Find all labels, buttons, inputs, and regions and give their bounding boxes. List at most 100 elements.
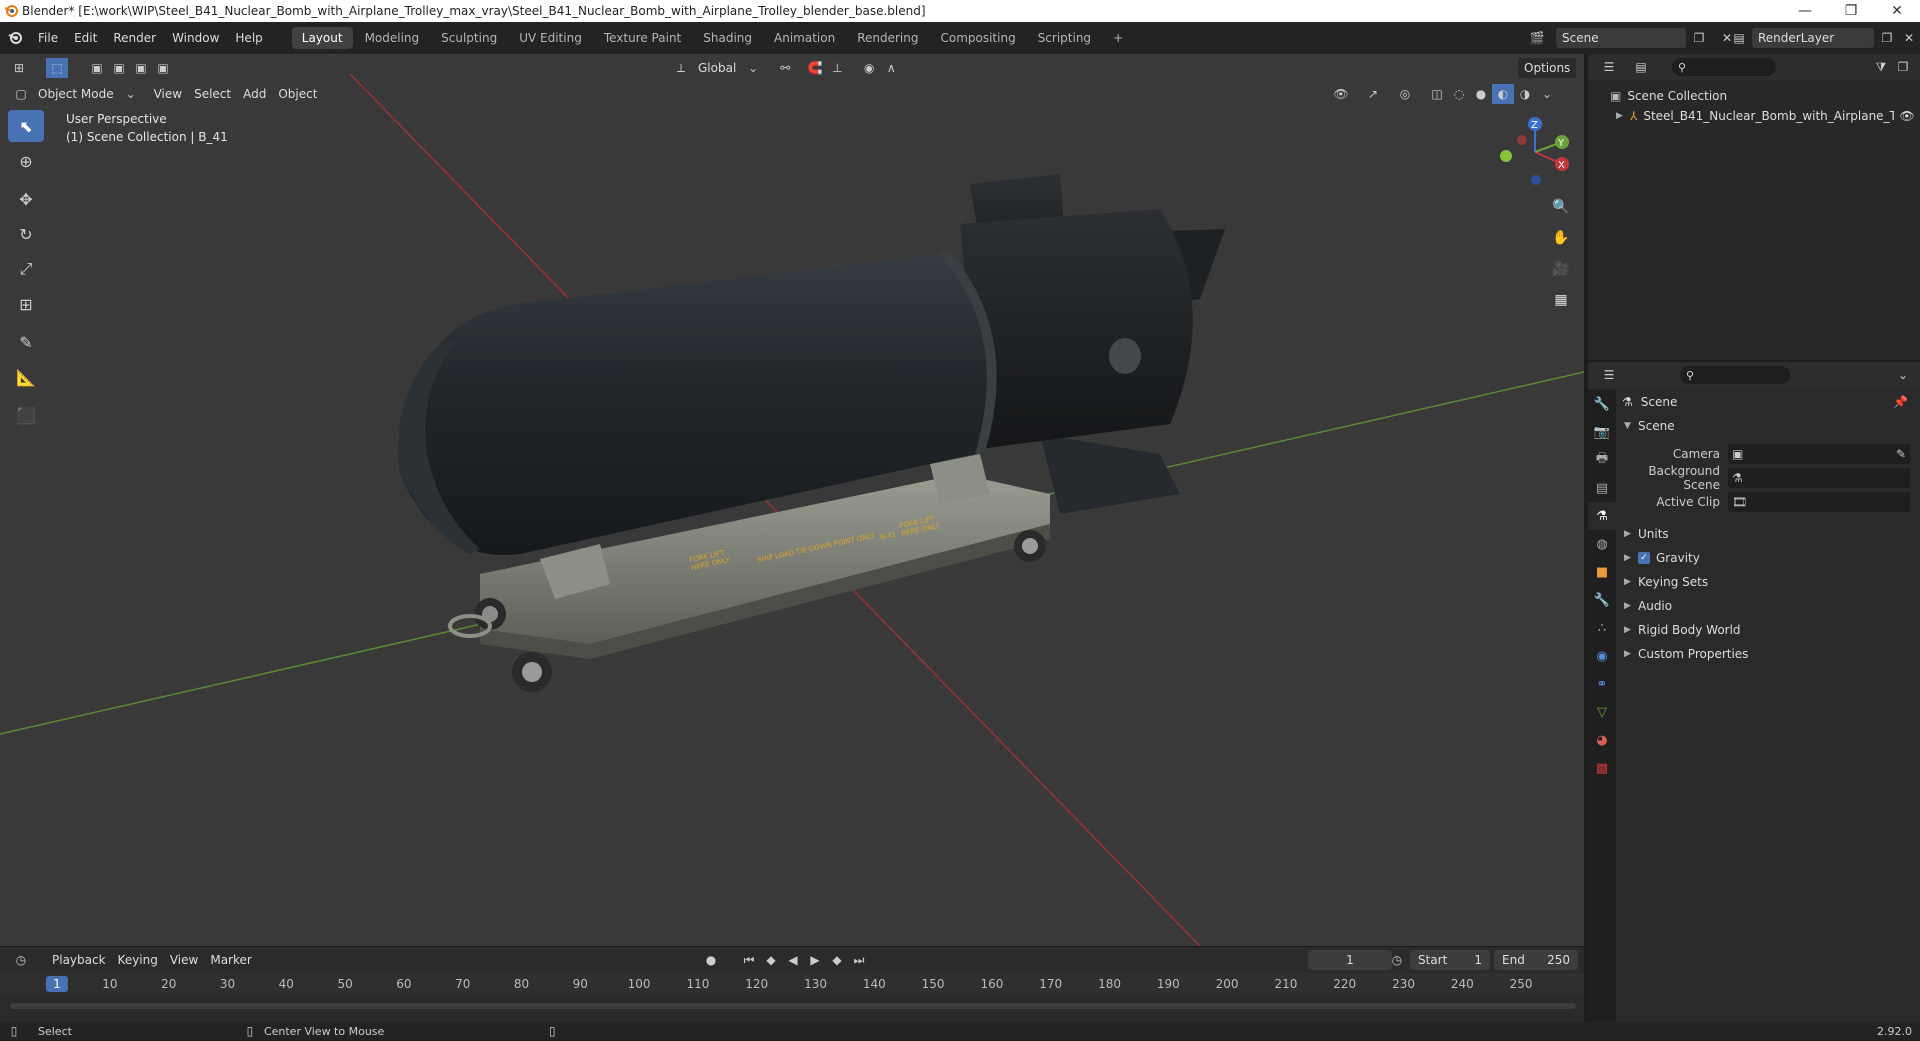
transform-tool-icon[interactable]: ⊞ bbox=[8, 288, 44, 320]
outliner-scene-collection[interactable]: ▣ Scene Collection bbox=[1588, 86, 1920, 106]
tab-compositing[interactable]: Compositing bbox=[930, 27, 1025, 49]
remove-view-layer-icon[interactable]: ✕ bbox=[1898, 28, 1920, 48]
close-button[interactable]: ✕ bbox=[1874, 3, 1920, 19]
new-view-layer-icon[interactable]: ❐ bbox=[1876, 28, 1898, 48]
outliner-search-input[interactable]: ⚲ bbox=[1672, 58, 1776, 76]
menu-select[interactable]: Select bbox=[188, 84, 237, 104]
snap-icon[interactable]: 🧲 bbox=[804, 58, 826, 78]
output-tab-icon[interactable]: 🖶 bbox=[1588, 446, 1616, 474]
menu-help[interactable]: Help bbox=[227, 31, 270, 45]
menu-object[interactable]: Object bbox=[272, 84, 323, 104]
constraints-tab-icon[interactable]: ⚭ bbox=[1588, 670, 1616, 698]
visibility-icon[interactable]: 👁 bbox=[1330, 84, 1352, 104]
record-icon[interactable]: ● bbox=[700, 950, 722, 970]
pan-hand-icon[interactable]: ✋ bbox=[1548, 225, 1574, 251]
eyedropper-icon[interactable]: ✎ bbox=[1896, 447, 1906, 461]
tab-texture-paint[interactable]: Texture Paint bbox=[594, 27, 691, 49]
falloff-icon[interactable]: ∧ bbox=[880, 58, 902, 78]
minimize-button[interactable]: — bbox=[1782, 3, 1828, 19]
active-clip-field[interactable]: 🎞 bbox=[1728, 492, 1910, 512]
tab-rendering[interactable]: Rendering bbox=[847, 27, 928, 49]
scale-tool-icon[interactable]: ⤢ bbox=[8, 253, 44, 285]
snap-target-icon[interactable]: ⊥ bbox=[826, 58, 848, 78]
new-collection-icon[interactable]: ❐ bbox=[1892, 57, 1914, 77]
shading-solid-icon[interactable]: ● bbox=[1470, 84, 1492, 104]
world-tab-icon[interactable]: ◍ bbox=[1588, 530, 1616, 558]
navigation-gizmo[interactable]: Z X Y bbox=[1490, 112, 1580, 192]
select-tool-icon[interactable]: ⬉ bbox=[8, 110, 44, 142]
panel-keying-sets[interactable]: ▶ Keying Sets bbox=[1618, 570, 1918, 594]
data-tab-icon[interactable]: ▽ bbox=[1588, 698, 1616, 726]
menu-edit[interactable]: Edit bbox=[66, 31, 105, 45]
3d-viewport[interactable]: ⊞ ⬚ ▣ ▣ ▣ ▣ ⟂ Global ⌄ ⚯ 🧲 ⊥ ◉ ∧ Options… bbox=[0, 54, 1584, 946]
shading-rendered-icon[interactable]: ◑ bbox=[1514, 84, 1536, 104]
cursor-tool-icon[interactable]: ⊕ bbox=[8, 145, 44, 177]
menu-view[interactable]: View bbox=[148, 84, 188, 104]
measure-tool-icon[interactable]: 📐 bbox=[8, 361, 44, 393]
render-tab-icon[interactable]: 📷 bbox=[1588, 418, 1616, 446]
tab-layout[interactable]: Layout bbox=[291, 27, 353, 49]
add-cube-tool-icon[interactable]: ⬛ bbox=[8, 399, 44, 431]
outliner-editor-type-icon[interactable]: ☰ bbox=[1598, 57, 1620, 77]
view-layer-icon[interactable]: ▤ bbox=[1728, 28, 1750, 48]
tab-animation[interactable]: Animation bbox=[764, 27, 845, 49]
eye-icon[interactable]: 👁 bbox=[1894, 109, 1920, 123]
menu-keying[interactable]: Keying bbox=[112, 950, 164, 970]
properties-editor-type-icon[interactable]: ☰ bbox=[1598, 365, 1620, 385]
modifier-tab-icon[interactable]: 🔧 bbox=[1588, 586, 1616, 614]
display-mode-icon[interactable]: ▤ bbox=[1630, 57, 1652, 77]
background-scene-field[interactable]: ⚗ bbox=[1728, 468, 1910, 488]
tab-scripting[interactable]: Scripting bbox=[1028, 27, 1101, 49]
outliner-item-b41[interactable]: ▶ ⅄ Steel_B41_Nuclear_Bomb_with_Airplane… bbox=[1588, 106, 1920, 126]
scene-tab-icon[interactable]: ⚗ bbox=[1588, 502, 1616, 530]
play-reverse-icon[interactable]: ◀ bbox=[782, 950, 804, 970]
chevron-down-icon[interactable]: ⌄ bbox=[1536, 84, 1558, 104]
panel-scene[interactable]: ▼ Scene bbox=[1618, 414, 1918, 438]
editor-type-clock-icon[interactable]: ◷ bbox=[10, 950, 32, 970]
expand-arrow-icon[interactable]: ▶ bbox=[1616, 111, 1630, 121]
selection-mode-invert-icon[interactable]: ▣ bbox=[152, 58, 174, 78]
ortho-grid-icon[interactable]: ▦ bbox=[1548, 287, 1574, 313]
blender-menu-icon[interactable] bbox=[0, 31, 30, 45]
shading-wireframe-icon[interactable]: ◌ bbox=[1448, 84, 1470, 104]
tab-shading[interactable]: Shading bbox=[693, 27, 762, 49]
menu-marker[interactable]: Marker bbox=[204, 950, 257, 970]
jump-end-icon[interactable]: ⏭ bbox=[848, 950, 870, 970]
xray-toggle-icon[interactable]: ◫ bbox=[1426, 84, 1448, 104]
tab-modeling[interactable]: Modeling bbox=[355, 27, 430, 49]
scene-name-field[interactable]: Scene bbox=[1556, 28, 1686, 48]
proportional-edit-icon[interactable]: ◉ bbox=[858, 58, 880, 78]
panel-rigid-body-world[interactable]: ▶ Rigid Body World bbox=[1618, 618, 1918, 642]
gizmo-toggle-icon[interactable]: ↗ bbox=[1362, 84, 1384, 104]
rotate-tool-icon[interactable]: ↻ bbox=[8, 218, 44, 250]
menu-playback[interactable]: Playback bbox=[46, 950, 112, 970]
selection-mode-subtract-icon[interactable]: ▣ bbox=[130, 58, 152, 78]
annotate-tool-icon[interactable]: ✎ bbox=[8, 326, 44, 358]
timeline-scrollbar[interactable] bbox=[10, 1003, 1576, 1009]
menu-window[interactable]: Window bbox=[164, 31, 227, 45]
timeline-ruler[interactable]: 1 10 20 30 40 50 60 70 80 90 100 110 120 130 140 150 16… bbox=[0, 973, 1584, 995]
texture-tab-icon[interactable]: ▩ bbox=[1588, 754, 1616, 782]
scene-selector-icon[interactable]: 🎬 bbox=[1526, 28, 1548, 48]
restore-button[interactable]: ❐ bbox=[1828, 3, 1874, 19]
render-layer-field[interactable]: RenderLayer bbox=[1752, 28, 1874, 48]
particles-tab-icon[interactable]: ∴ bbox=[1588, 614, 1616, 642]
prev-keyframe-icon[interactable]: ◆ bbox=[760, 950, 782, 970]
gravity-checkbox[interactable]: ✓ bbox=[1638, 552, 1650, 564]
selection-mode-new-icon[interactable]: ▣ bbox=[86, 58, 108, 78]
menu-file[interactable]: File bbox=[30, 31, 66, 45]
menu-render[interactable]: Render bbox=[105, 31, 164, 45]
tab-sculpting[interactable]: Sculpting bbox=[431, 27, 507, 49]
panel-audio[interactable]: ▶ Audio bbox=[1618, 594, 1918, 618]
preview-range-clock-icon[interactable]: ◷ bbox=[1386, 950, 1408, 970]
camera-field[interactable]: ▣ ✎ bbox=[1728, 444, 1910, 464]
editor-type-icon[interactable]: ⊞ bbox=[8, 58, 30, 78]
current-frame-field[interactable]: 1 bbox=[1308, 950, 1392, 970]
selection-mode-extend-icon[interactable]: ▣ bbox=[108, 58, 130, 78]
menu-timeline-view[interactable]: View bbox=[164, 950, 204, 970]
next-keyframe-icon[interactable]: ◆ bbox=[826, 950, 848, 970]
menu-add[interactable]: Add bbox=[237, 84, 272, 104]
properties-search-input[interactable]: ⚲ bbox=[1680, 366, 1790, 384]
view-layer-tab-icon[interactable]: ▤ bbox=[1588, 474, 1616, 502]
select-box-icon[interactable]: ⬚ bbox=[46, 58, 68, 78]
